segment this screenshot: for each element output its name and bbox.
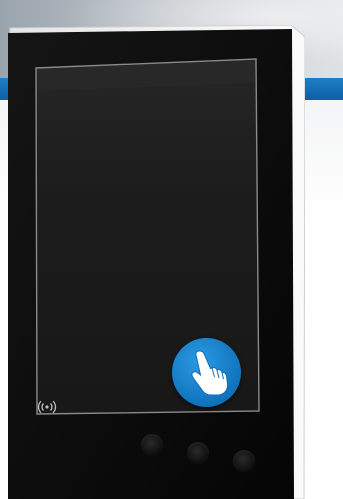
touch-hand-icon (172, 338, 241, 407)
nfc-icon (37, 399, 57, 415)
hardware-button-middle[interactable] (187, 442, 209, 464)
hardware-button-left[interactable] (141, 434, 163, 456)
hardware-button-right[interactable] (233, 450, 255, 472)
panel-device-body (8, 25, 305, 499)
panel-device (8, 25, 305, 499)
